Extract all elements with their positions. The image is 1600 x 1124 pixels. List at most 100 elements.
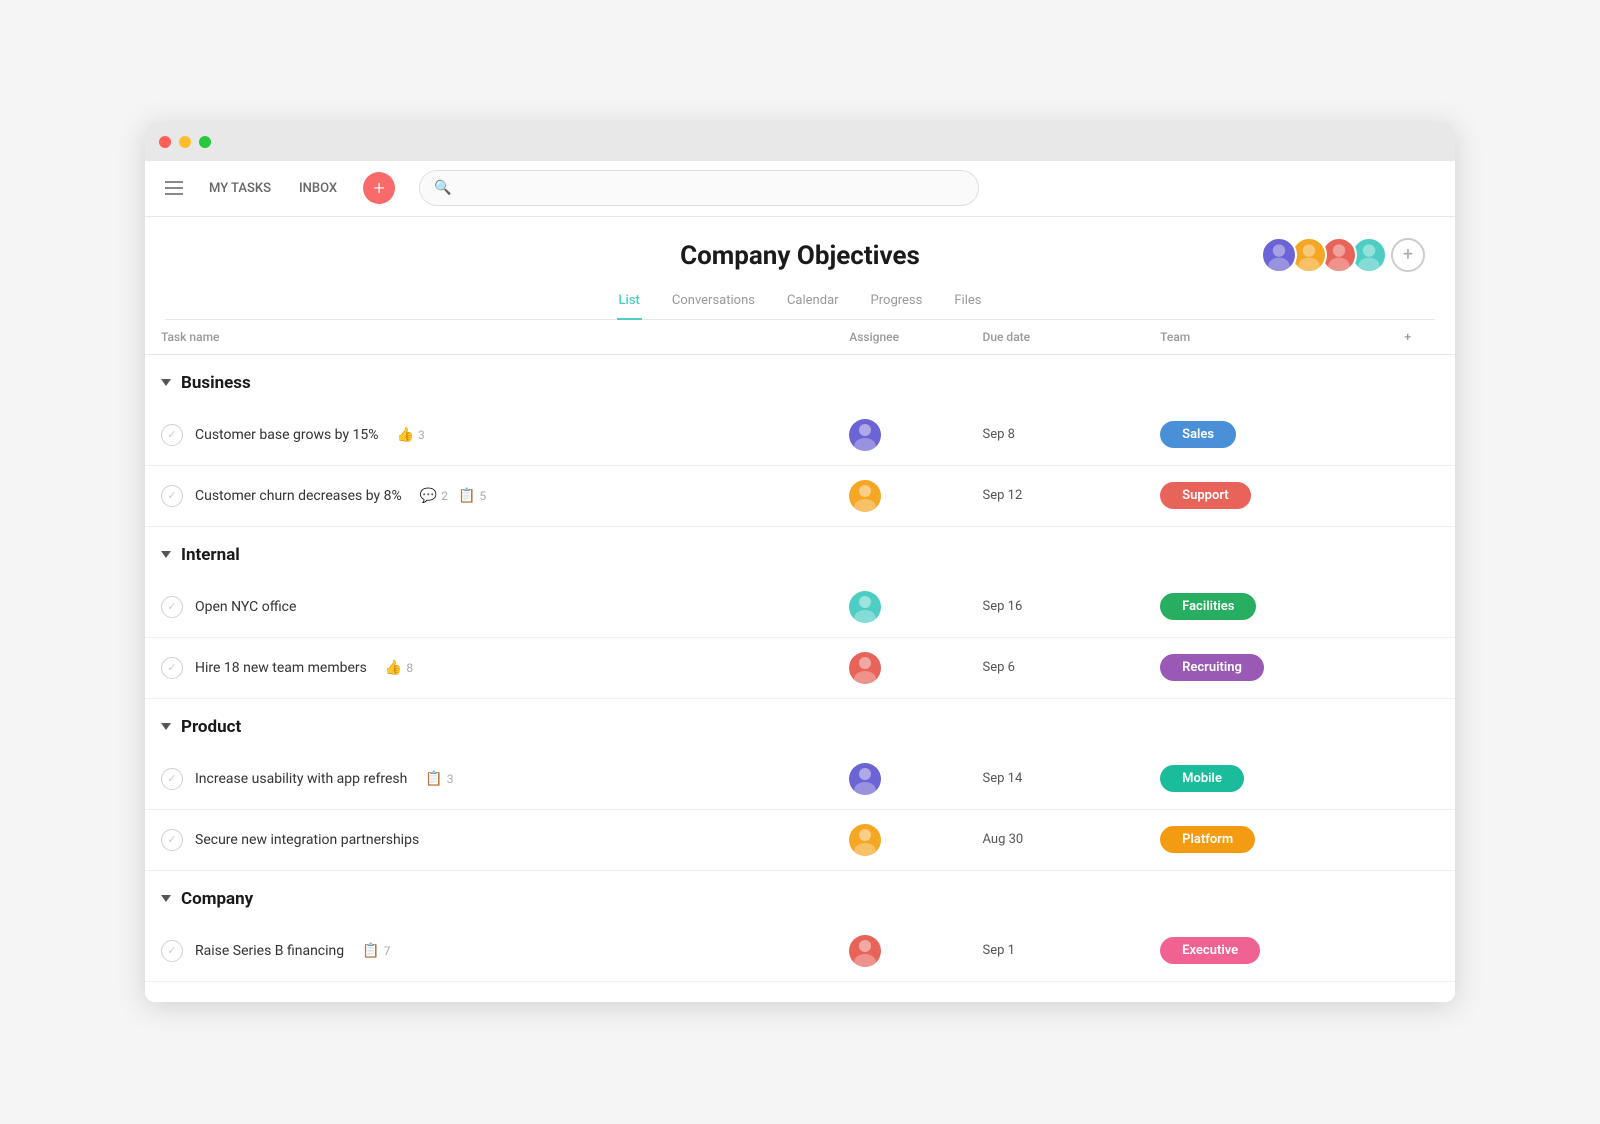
member-avatars: + (1261, 237, 1425, 273)
add-member-button[interactable]: + (1391, 238, 1425, 272)
due-date-label: Sep 16 (967, 585, 1145, 628)
task-complete-button[interactable]: ✓ (161, 485, 183, 507)
assignee-cell (833, 405, 966, 466)
assignee-avatar[interactable] (849, 763, 881, 795)
task-name-label: Secure new integration partnerships (195, 832, 419, 848)
team-badge[interactable]: Mobile (1160, 765, 1244, 792)
task-meta-subtask: 📋 7 (362, 943, 390, 959)
table-row[interactable]: ✓ Raise Series B financing 📋 7 Sep 1 (145, 921, 1455, 982)
table-row[interactable]: ✓ Customer base grows by 15% 👍 3 Sep 8 (145, 405, 1455, 466)
my-tasks-link[interactable]: MY TASKS (207, 177, 273, 200)
team-badge[interactable]: Recruiting (1160, 654, 1264, 681)
assignee-avatar[interactable] (849, 652, 881, 684)
section-label-business: Business (181, 373, 251, 393)
assignee-cell (833, 637, 966, 698)
team-badge[interactable]: Support (1160, 482, 1251, 509)
table-row[interactable]: ✓ Hire 18 new team members 👍 8 Sep 6 (145, 637, 1455, 698)
assignee-avatar[interactable] (849, 480, 881, 512)
team-cell: Executive (1144, 921, 1388, 982)
task-meta-group: 👍 3 (397, 427, 425, 443)
row-add-cell (1388, 577, 1455, 638)
due-date-label: Aug 30 (967, 818, 1145, 861)
team-badge[interactable]: Sales (1160, 421, 1236, 448)
task-meta-subtask: 📋 5 (458, 488, 486, 504)
table-row[interactable]: ✓ Increase usability with app refresh 📋 … (145, 749, 1455, 810)
task-name-cell: ✓ Raise Series B financing 📋 7 (145, 921, 833, 982)
add-column-button[interactable]: + (1388, 320, 1455, 355)
assignee-cell (833, 809, 966, 870)
menu-icon[interactable] (165, 181, 183, 195)
assignee-avatar[interactable] (849, 419, 881, 451)
section-collapse-business[interactable] (161, 379, 171, 386)
due-date-cell: Sep 16 (967, 577, 1145, 638)
search-icon: 🔍 (434, 180, 451, 196)
section-business[interactable]: Business (145, 354, 1455, 401)
task-complete-button[interactable]: ✓ (161, 657, 183, 679)
team-badge[interactable]: Platform (1160, 826, 1255, 853)
task-meta-like: 👍 8 (385, 660, 413, 676)
section-label-internal: Internal (181, 545, 240, 565)
task-meta-group: 💬 2 📋 5 (420, 488, 486, 504)
subtask-icon: 📋 (458, 488, 475, 504)
task-meta-group: 📋 3 (425, 771, 453, 787)
team-cell: Platform (1144, 809, 1388, 870)
due-date-cell: Sep 1 (967, 921, 1145, 982)
tab-calendar[interactable]: Calendar (785, 285, 841, 320)
team-badge[interactable]: Executive (1160, 937, 1260, 964)
tab-progress[interactable]: Progress (869, 285, 925, 320)
task-meta-group: 📋 7 (362, 943, 390, 959)
close-button[interactable] (159, 136, 171, 148)
task-meta-comment: 💬 2 (420, 488, 448, 504)
main-content: Company Objectives (145, 217, 1455, 1002)
row-add-cell (1388, 921, 1455, 982)
tab-conversations[interactable]: Conversations (670, 285, 757, 320)
task-complete-button[interactable]: ✓ (161, 596, 183, 618)
search-bar[interactable]: 🔍 (419, 170, 979, 206)
col-team: Team (1144, 320, 1388, 355)
due-date-label: Sep 6 (967, 646, 1145, 689)
task-complete-button[interactable]: ✓ (161, 768, 183, 790)
page-title: Company Objectives (165, 241, 1435, 271)
section-product[interactable]: Product (145, 698, 1455, 745)
minimize-button[interactable] (179, 136, 191, 148)
row-add-cell (1388, 809, 1455, 870)
table-row[interactable]: ✓ Customer churn decreases by 8% 💬 2 📋 5 (145, 465, 1455, 526)
like-icon: 👍 (385, 660, 402, 676)
section-internal[interactable]: Internal (145, 526, 1455, 573)
assignee-avatar[interactable] (849, 591, 881, 623)
task-name-cell: ✓ Open NYC office (145, 577, 833, 638)
section-company[interactable]: Company (145, 870, 1455, 917)
section-collapse-company[interactable] (161, 895, 171, 902)
tab-list[interactable]: List (617, 285, 642, 320)
meta-count: 8 (406, 661, 413, 675)
task-name-label: Hire 18 new team members (195, 660, 367, 676)
avatar-1[interactable] (1261, 237, 1297, 273)
table-row[interactable]: ✓ Secure new integration partnerships Au… (145, 809, 1455, 870)
task-complete-button[interactable]: ✓ (161, 829, 183, 851)
inbox-link[interactable]: INBOX (297, 177, 339, 200)
add-task-button[interactable]: + (363, 172, 395, 204)
task-complete-button[interactable]: ✓ (161, 940, 183, 962)
due-date-label: Sep 14 (967, 757, 1145, 800)
team-badge[interactable]: Facilities (1160, 593, 1256, 620)
table-row[interactable]: ✓ Open NYC office Sep 16 Facilities (145, 577, 1455, 638)
due-date-cell: Sep 8 (967, 405, 1145, 466)
section-collapse-product[interactable] (161, 723, 171, 730)
tab-files[interactable]: Files (952, 285, 983, 320)
section-label-company: Company (181, 889, 253, 909)
assignee-avatar[interactable] (849, 824, 881, 856)
section-collapse-internal[interactable] (161, 551, 171, 558)
row-add-cell (1388, 465, 1455, 526)
team-cell: Sales (1144, 405, 1388, 466)
subtask-icon: 📋 (425, 771, 442, 787)
maximize-button[interactable] (199, 136, 211, 148)
page-header: Company Objectives (145, 217, 1455, 320)
task-complete-button[interactable]: ✓ (161, 424, 183, 446)
meta-count: 5 (479, 489, 486, 503)
assignee-cell (833, 577, 966, 638)
meta-count: 3 (447, 772, 454, 786)
search-input[interactable] (460, 181, 965, 196)
meta-count: 7 (384, 944, 391, 958)
assignee-avatar[interactable] (849, 935, 881, 967)
subtask-icon: 📋 (362, 943, 379, 959)
